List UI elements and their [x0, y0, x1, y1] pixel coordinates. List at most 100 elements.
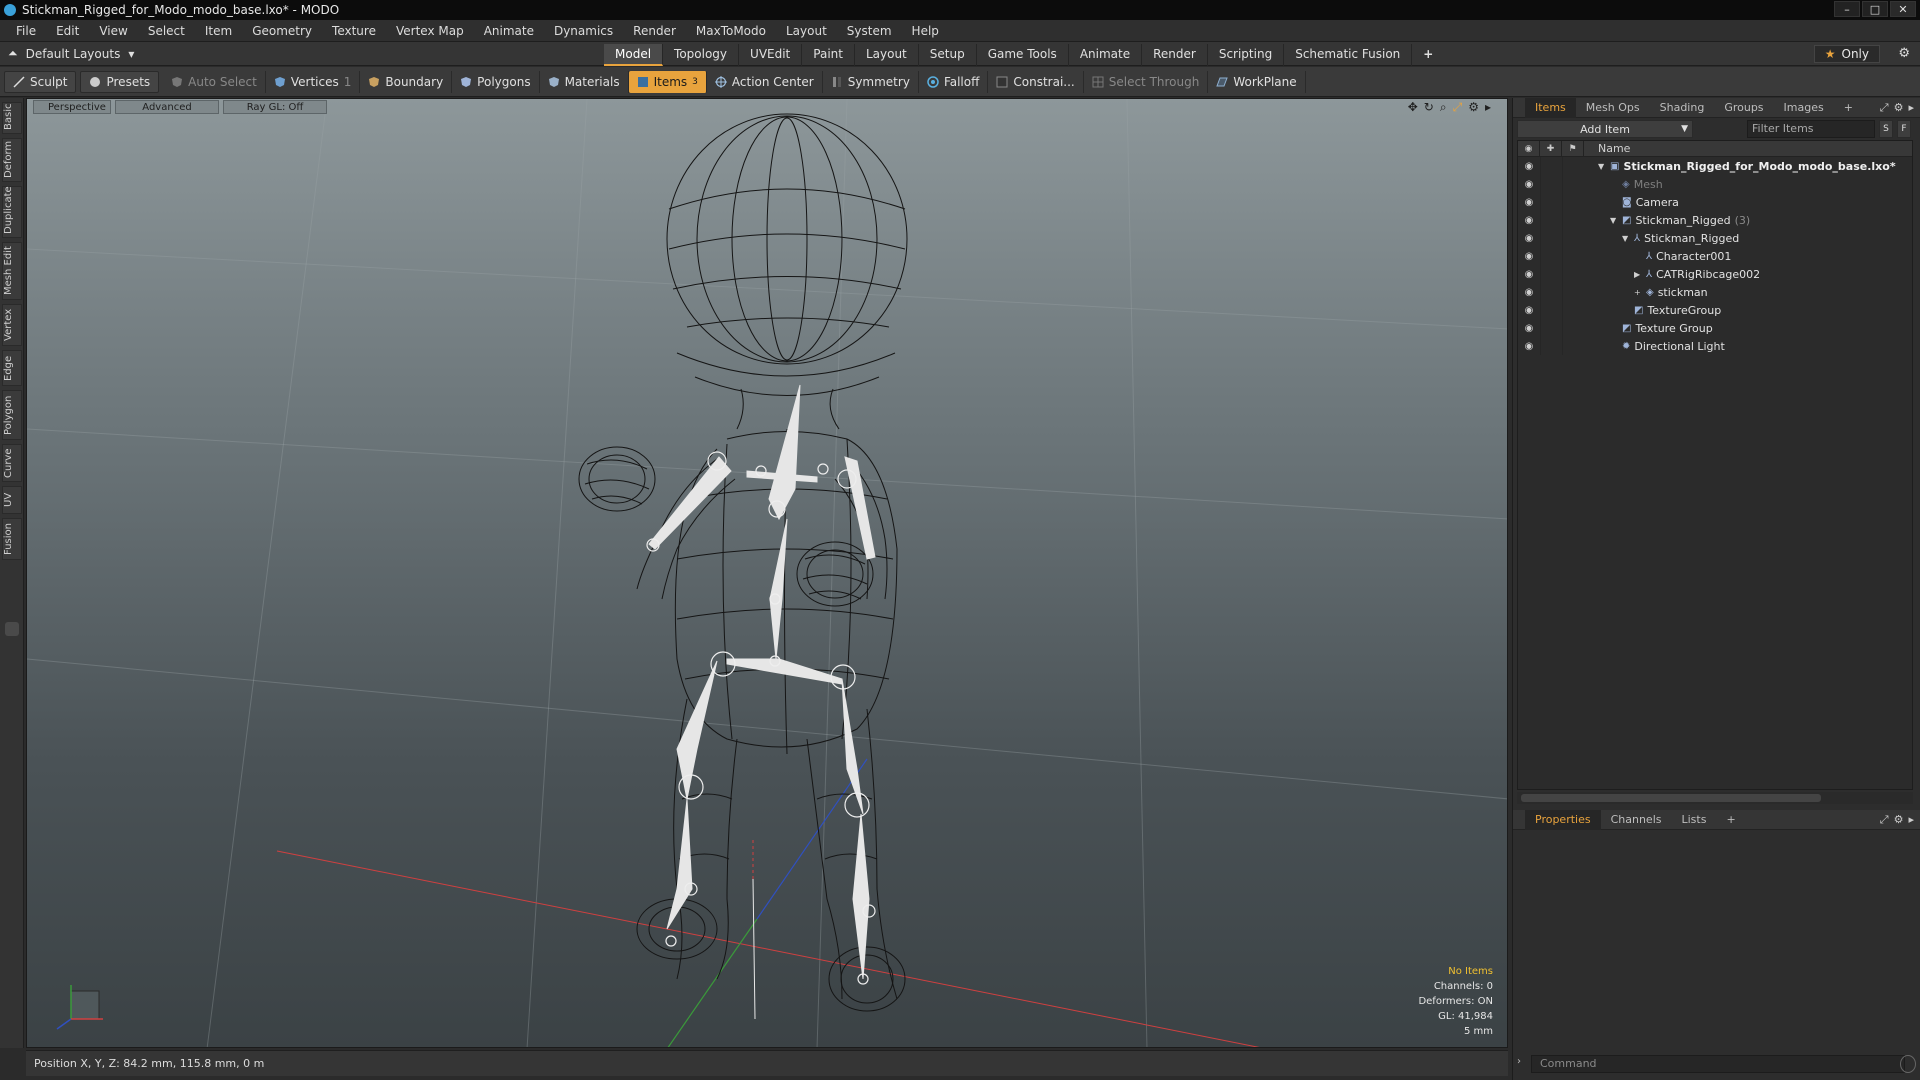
panel-settings-icon[interactable]: ⚙	[1894, 101, 1904, 115]
visibility-eye-icon[interactable]: ◉	[1518, 157, 1540, 175]
polygons-button[interactable]: Polygons	[452, 70, 540, 93]
menu-vertex-map[interactable]: Vertex Map	[386, 24, 474, 38]
tab-channels[interactable]: Channels	[1601, 813, 1672, 826]
tree-item-label[interactable]: ▼ ▣ Stickman_Rigged_for_Modo_modo_base.lxo…	[1598, 160, 1896, 173]
tree-row[interactable]: ◉ ◩ TextureGroup	[1518, 301, 1912, 319]
tab-render[interactable]: Render	[1142, 44, 1208, 66]
command-history-button[interactable]	[1900, 1055, 1916, 1073]
add-props-tab-button[interactable]: +	[1716, 813, 1745, 826]
visibility-eye-icon[interactable]: ◉	[1518, 265, 1540, 283]
select-through-button[interactable]: Select Through	[1084, 70, 1209, 93]
sculpt-button[interactable]: Sculpt	[4, 70, 77, 93]
close-button[interactable]: ✕	[1890, 1, 1916, 17]
menu-layout[interactable]: Layout	[776, 24, 837, 38]
menu-animate[interactable]: Animate	[474, 24, 544, 38]
expand-toggle-icon[interactable]: ▼	[1610, 216, 1618, 225]
tab-setup[interactable]: Setup	[919, 44, 977, 66]
menu-maxtomodo[interactable]: MaxToModo	[686, 24, 776, 38]
tree-row[interactable]: ◉ ⅄ Character001	[1518, 247, 1912, 265]
tab-topology[interactable]: Topology	[663, 44, 740, 66]
tree-item-label[interactable]: ◙ Camera	[1610, 196, 1679, 209]
vtab-mesh-edit[interactable]: Mesh Edit	[2, 242, 22, 300]
menu-select[interactable]: Select	[138, 24, 195, 38]
menu-item[interactable]: Item	[195, 24, 242, 38]
tree-item-label[interactable]: ◩ Texture Group	[1610, 322, 1713, 335]
menu-geometry[interactable]: Geometry	[242, 24, 322, 38]
tree-row[interactable]: ◉ ◈ Mesh	[1518, 175, 1912, 193]
tree-item-label[interactable]: ◩ TextureGroup	[1622, 304, 1721, 317]
tree-item-label[interactable]: ✹ Directional Light	[1610, 340, 1725, 353]
expand-toggle-icon[interactable]: +	[1634, 288, 1642, 297]
viewport-menu-icon[interactable]: ▸	[1485, 100, 1491, 115]
maximize-viewport-icon[interactable]: ⤢	[1453, 100, 1463, 115]
tree-row[interactable]: ◉ ▼ ◩ Stickman_Rigged (3)	[1518, 211, 1912, 229]
filter-f-button[interactable]: F	[1897, 120, 1911, 138]
tree-row[interactable]: ◉ ◩ Texture Group	[1518, 319, 1912, 337]
add-panel-tab-button[interactable]: +	[1834, 101, 1863, 114]
lock-column-icon[interactable]: ✚	[1540, 141, 1562, 157]
tab-layout[interactable]: Layout	[855, 44, 919, 66]
visibility-eye-icon[interactable]: ◉	[1518, 175, 1540, 193]
boundary-button[interactable]: Boundary	[360, 70, 453, 93]
name-column-header[interactable]: Name	[1584, 142, 1630, 155]
tree-horizontal-scrollbar[interactable]	[1517, 792, 1913, 804]
tree-row[interactable]: ◉ ◙ Camera	[1518, 193, 1912, 211]
materials-button[interactable]: Materials	[540, 70, 629, 93]
items-button[interactable]: Items 3	[628, 70, 707, 93]
raygl-dropdown[interactable]: Ray GL: Off	[223, 100, 327, 114]
visibility-eye-icon[interactable]: ◉	[1518, 211, 1540, 229]
menu-edit[interactable]: Edit	[46, 24, 89, 38]
gear-icon[interactable]: ⚙	[1898, 46, 1910, 61]
visibility-eye-icon[interactable]: ◉	[1518, 337, 1540, 355]
filter-s-button[interactable]: S	[1879, 120, 1893, 138]
tree-row[interactable]: ◉ ▼ ⅄ Stickman_Rigged	[1518, 229, 1912, 247]
render-cell[interactable]	[1562, 193, 1584, 211]
tab-properties[interactable]: Properties	[1525, 809, 1601, 830]
menu-file[interactable]: File	[6, 24, 46, 38]
constraints-button[interactable]: Constrai...	[988, 70, 1084, 93]
tree-item-label[interactable]: + ◈ stickman	[1634, 286, 1708, 299]
tab-scripting[interactable]: Scripting	[1208, 44, 1285, 66]
vtab-vertex[interactable]: Vertex	[2, 304, 22, 346]
tree-row[interactable]: ◉ + ◈ stickman	[1518, 283, 1912, 301]
lock-cell[interactable]	[1540, 319, 1562, 337]
expand-panel-icon[interactable]: ⤢	[1880, 101, 1889, 115]
render-cell[interactable]	[1562, 157, 1584, 175]
tree-item-label[interactable]: ◈ Mesh	[1610, 178, 1663, 191]
menu-view[interactable]: View	[89, 24, 137, 38]
lock-cell[interactable]	[1540, 337, 1562, 355]
tree-row[interactable]: ◉ ▶ ⅄ CATRigRibcage002	[1518, 265, 1912, 283]
render-cell[interactable]	[1562, 319, 1584, 337]
menu-system[interactable]: System	[837, 24, 902, 38]
only-button[interactable]: ★ Only	[1813, 45, 1880, 63]
default-layouts-dropdown[interactable]: ⏶ Default Layouts ▾	[8, 46, 134, 61]
tab-schematic-fusion[interactable]: Schematic Fusion	[1284, 44, 1413, 66]
tree-item-label[interactable]: ▼ ⅄ Stickman_Rigged	[1622, 232, 1739, 245]
presets-button[interactable]: Presets	[80, 70, 160, 93]
lock-cell[interactable]	[1540, 211, 1562, 229]
expand-toggle-icon[interactable]: ▼	[1598, 162, 1606, 171]
render-cell[interactable]	[1562, 265, 1584, 283]
menu-texture[interactable]: Texture	[322, 24, 386, 38]
vtab-basic[interactable]: Basic	[2, 102, 22, 134]
render-cell[interactable]	[1562, 283, 1584, 301]
minimize-button[interactable]: –	[1834, 1, 1860, 17]
vtab-uv[interactable]: UV	[2, 486, 22, 514]
render-column-icon[interactable]: ⚑	[1562, 141, 1584, 157]
tab-game-tools[interactable]: Game Tools	[977, 44, 1069, 66]
vtab-duplicate[interactable]: Duplicate	[2, 186, 22, 238]
props-menu-icon[interactable]: ▸	[1908, 813, 1914, 827]
vtab-curve[interactable]: Curve	[2, 444, 22, 482]
tab-images[interactable]: Images	[1774, 101, 1834, 114]
viewport-settings-icon[interactable]: ⚙	[1468, 100, 1479, 115]
vtab-polygon[interactable]: Polygon	[2, 390, 22, 440]
viewport-3d[interactable]: Perspective Advanced Ray GL: Off ✥ ↻ ⌕ ⤢…	[26, 98, 1508, 1048]
menu-render[interactable]: Render	[623, 24, 686, 38]
render-cell[interactable]	[1562, 247, 1584, 265]
tab-mesh-ops[interactable]: Mesh Ops	[1576, 101, 1650, 114]
workplane-button[interactable]: WorkPlane	[1208, 70, 1306, 93]
expand-props-icon[interactable]: ⤢	[1880, 813, 1889, 827]
left-panel-toggle[interactable]	[5, 622, 19, 636]
visibility-eye-icon[interactable]: ◉	[1518, 193, 1540, 211]
tab-animate[interactable]: Animate	[1069, 44, 1143, 66]
